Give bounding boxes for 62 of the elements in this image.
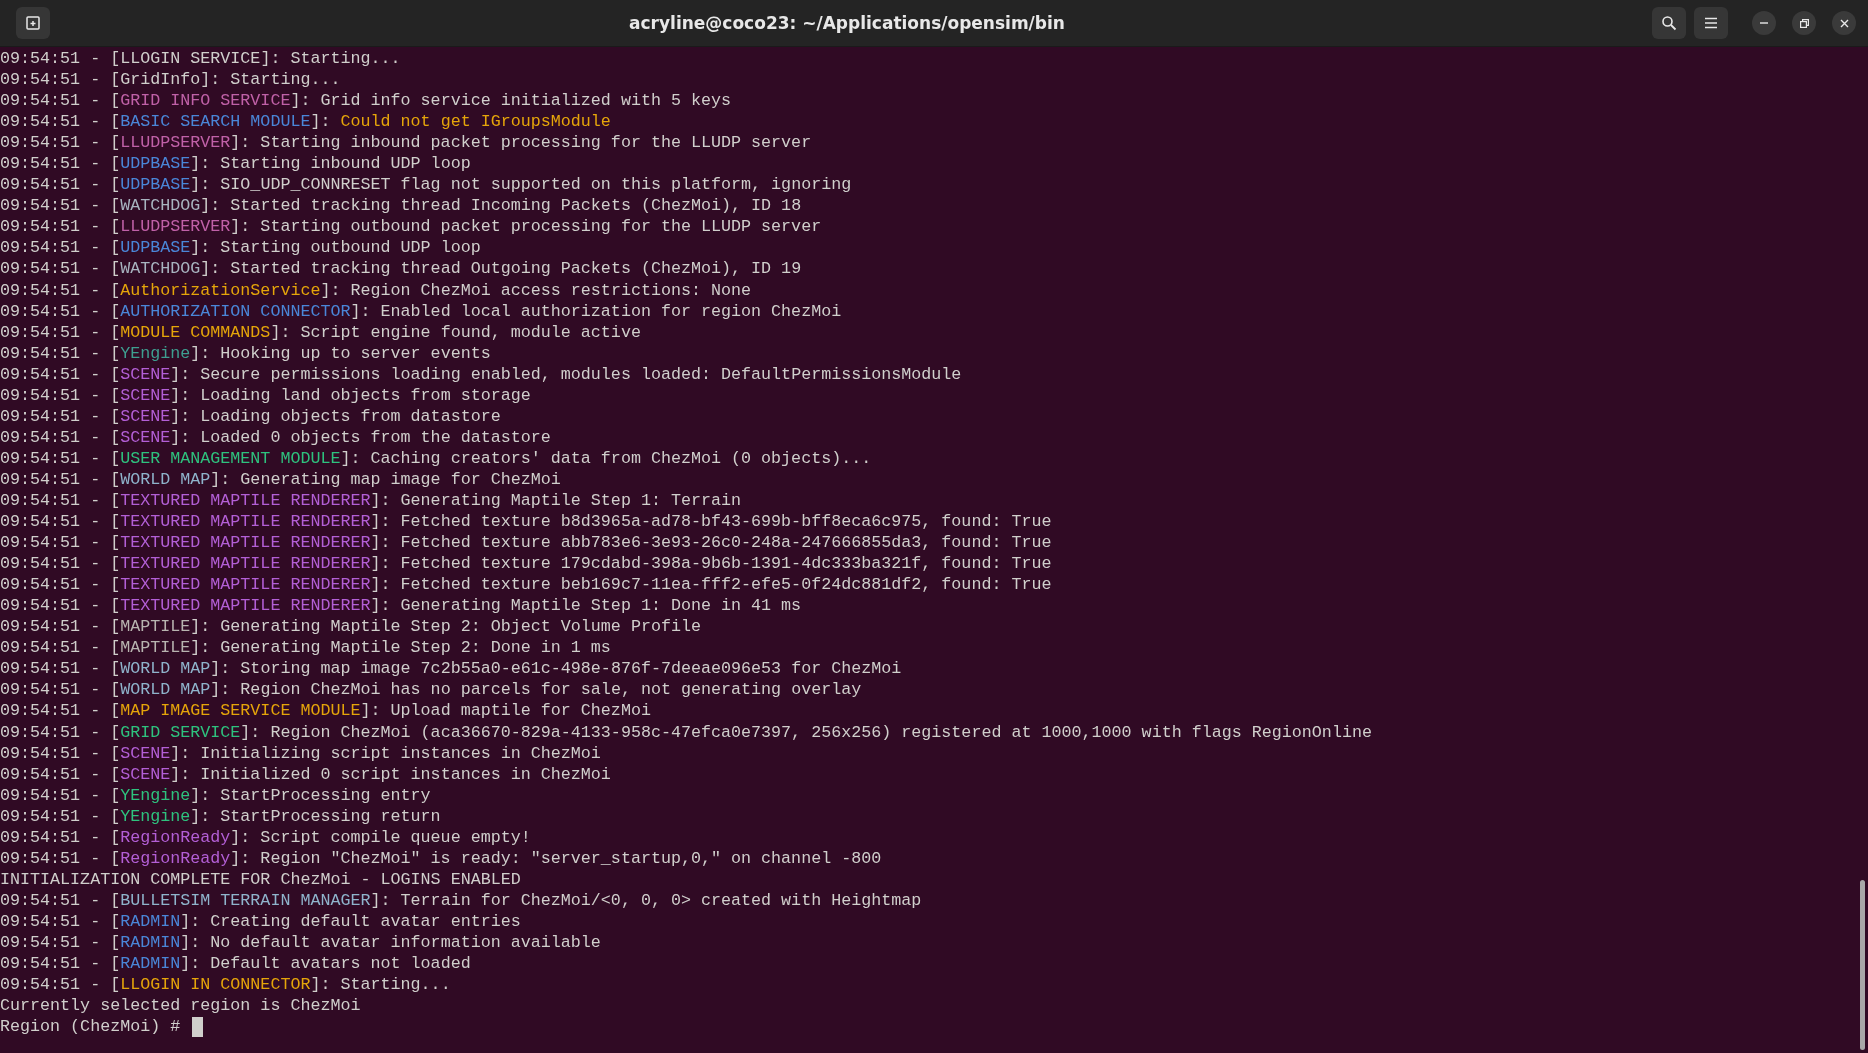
close-button[interactable] [1832,11,1856,35]
log-line: 09:54:51 - [USER MANAGEMENT MODULE]: Caching creators' data from ChezMoi (0 objects)... [0,447,872,469]
log-line: INITIALIZATION COMPLETE FOR ChezMoi - LOGINS ENABLED [0,868,521,890]
log-line: 09:54:51 - [WATCHDOG]: Started tracking thread Incoming Packets (ChezMoi), ID 18 [0,195,802,217]
log-line: 09:54:51 - [TEXTURED MAPTILE RENDERER]: Fetched texture abb783e6-3e93-26c0-248a-247666855da3, found: True [0,532,1052,554]
minimize-button[interactable] [1752,11,1776,35]
log-line: 09:54:51 - [UDPBASE]: Starting outbound UDP loop [0,237,481,259]
log-line: 09:54:51 - [RADMIN]: No default avatar information available [0,931,601,953]
log-line: 09:54:51 - [GRID SERVICE]: Region ChezMoi (aca36670-829a-4133-958c-47efca0e7397, 256x256) registered at 1000,1000 with flags RegionOnline [0,721,1372,743]
log-line: 09:54:51 - [RegionReady]: Region "ChezMoi" is ready: "server_startup,0," on channel -800 [0,847,882,869]
restore-icon [1799,18,1809,28]
log-line: 09:54:51 - [SCENE]: Secure permissions loading enabled, modules loaded: DefaultPermissionsModule [0,363,962,385]
menu-icon [1704,17,1718,29]
log-line: 09:54:51 - [UDPBASE]: SIO_UDP_CONNRESET flag not supported on this platform, ignoring [0,174,852,196]
command-prompt: Region (ChezMoi) # [0,1016,181,1038]
log-line: 09:54:51 - [GridInfo]: Starting... [0,69,341,91]
log-line: 09:54:51 - [YEngine]: StartProcessing entry [0,784,431,806]
log-line: 09:54:51 - [TEXTURED MAPTILE RENDERER]: Generating Maptile Step 1: Terrain [0,490,742,512]
search-icon [1661,15,1677,31]
log-line: Currently selected region is ChezMoi [0,995,361,1017]
menu-button[interactable] [1694,7,1728,39]
minimize-icon [1760,22,1768,24]
scrollbar-thumb[interactable] [1860,880,1865,1050]
restore-button[interactable] [1792,11,1816,35]
log-line: 09:54:51 - [MODULE COMMANDS]: Script engine found, module active [0,321,641,343]
log-line: 09:54:51 - [YEngine]: Hooking up to server events [0,342,491,364]
log-line: 09:54:51 - [RADMIN]: Creating default avatar entries [0,910,521,932]
text-cursor [192,1016,204,1037]
log-line: 09:54:51 - [WORLD MAP]: Generating map image for ChezMoi [0,468,561,490]
new-tab-button[interactable] [16,7,50,39]
log-line: 09:54:51 - [LLUDPSERVER]: Starting inbound packet processing for the LLUDP server [0,132,812,154]
log-line: 09:54:51 - [SCENE]: Loaded 0 objects from the datastore [0,426,551,448]
log-line: 09:54:51 - [SCENE]: Loading land objects from storage [0,384,531,406]
log-line: 09:54:51 - [SCENE]: Loading objects from datastore [0,405,501,427]
window-title: acryline@coco23: ~/Applications/opensim/bin [628,13,1066,33]
log-line: 09:54:51 - [GRID INFO SERVICE]: Grid info service initialized with 5 keys [0,90,732,112]
log-line: 09:54:51 - [TEXTURED MAPTILE RENDERER]: Fetched texture beb169c7-11ea-fff2-efe5-0f24dc881df2, found: True [0,574,1052,596]
log-line: 09:54:51 - [MAPTILE]: Generating Maptile Step 2: Done in 1 ms [0,637,611,659]
log-line: 09:54:51 - [LLUDPSERVER]: Starting outbound packet processing for the LLUDP server [0,216,822,238]
log-line: 09:54:51 - [RegionReady]: Script compile queue empty! [0,826,531,848]
log-line: 09:54:51 - [AUTHORIZATION CONNECTOR]: Enabled local authorization for region ChezMoi [0,300,842,322]
log-line: 09:54:51 - [UDPBASE]: Starting inbound UDP loop [0,153,471,175]
log-line: 09:54:51 - [BASIC SEARCH MODULE]: Could not get IGroupsModule [0,111,611,133]
log-line: 09:54:51 - [RADMIN]: Default avatars not loaded [0,953,471,975]
log-line: 09:54:51 - [SCENE]: Initializing script instances in ChezMoi [0,742,601,764]
log-line: 09:54:51 - [TEXTURED MAPTILE RENDERER]: Generating Maptile Step 1: Done in 41 ms [0,595,802,617]
log-line: 09:54:51 - [AuthorizationService]: Region ChezMoi access restrictions: None [0,279,752,301]
close-icon [1839,18,1849,28]
log-line: 09:54:51 - [LLOGIN IN CONNECTOR]: Starting... [0,974,451,996]
log-line: 09:54:51 - [BULLETSIM TERRAIN MANAGER]: Terrain for ChezMoi/<0, 0, 0> created with Heightmap [0,889,922,911]
log-line: 09:54:51 - [WORLD MAP]: Region ChezMoi has no parcels for sale, not generating overlay [0,679,862,701]
log-line: 09:54:51 - [MAP IMAGE SERVICE MODULE]: Upload maptile for ChezMoi [0,700,651,722]
log-line: 09:54:51 - [TEXTURED MAPTILE RENDERER]: Fetched texture b8d3965a-ad78-bf43-699b-bff8eca6c975, found: True [0,511,1052,533]
log-line: 09:54:51 - [WORLD MAP]: Storing map image 7c2b55a0-e61c-498e-876f-7deeae096e53 for ChezMoi [0,658,902,680]
log-line: 09:54:51 - [SCENE]: Initialized 0 script instances in ChezMoi [0,763,611,785]
log-line: 09:54:51 - [TEXTURED MAPTILE RENDERER]: Fetched texture 179cdabd-398a-9b6b-1391-4dc333ba321f, found: True [0,553,1052,575]
plus-square-icon [25,15,41,31]
log-line: 09:54:51 - [MAPTILE]: Generating Maptile Step 2: Object Volume Profile [0,616,701,638]
log-line: 09:54:51 - [LLOGIN SERVICE]: Starting... [0,48,401,70]
log-line: 09:54:51 - [YEngine]: StartProcessing return [0,805,441,827]
search-button[interactable] [1652,7,1686,39]
log-line: 09:54:51 - [WATCHDOG]: Started tracking thread Outgoing Packets (ChezMoi), ID 19 [0,258,802,280]
